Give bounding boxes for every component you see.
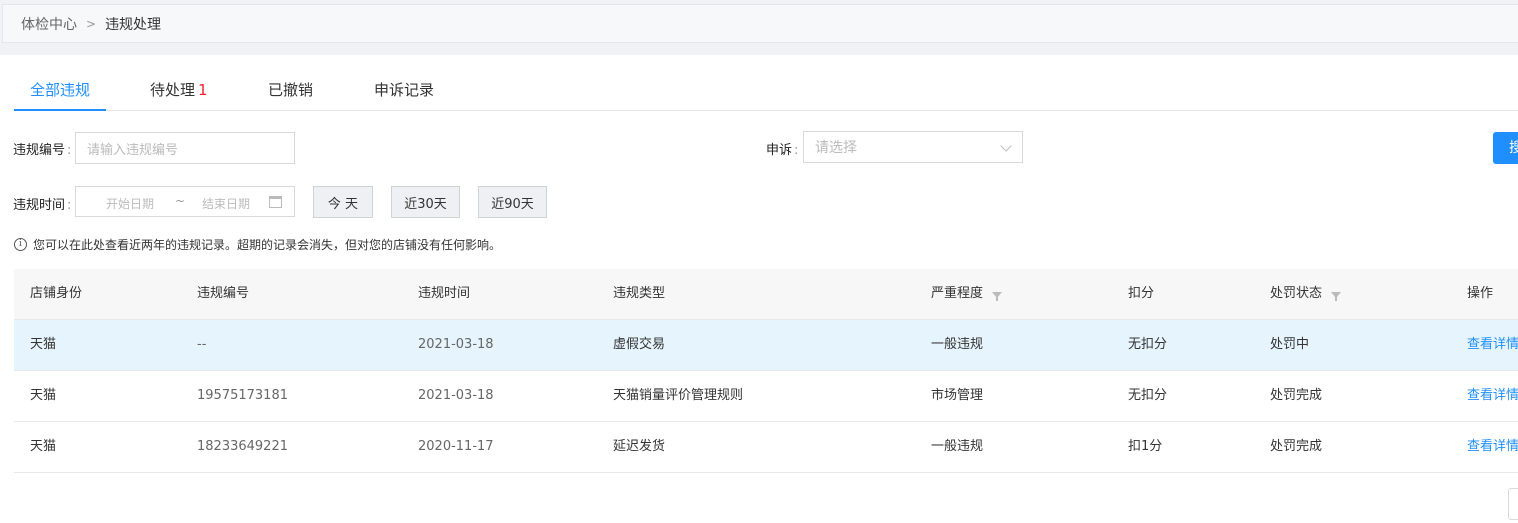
cell-violation-no: 18233649221: [197, 439, 288, 454]
tab-all-violations[interactable]: 全部违规: [13, 79, 107, 111]
cell-severity: 市场管理: [931, 388, 984, 403]
violation-no-label: 违规编号:: [13, 143, 72, 158]
cell-violation-no: 19575173181: [197, 388, 288, 403]
cell-violation-type: 天猫销量评价管理规则: [613, 388, 744, 403]
cell-violation-time: 2021-03-18: [418, 388, 494, 403]
header-violation-type: 违规类型: [613, 286, 666, 301]
breadcrumb-separator: >: [86, 16, 97, 31]
retention-tip: i 您可以在此处查看近两年的违规记录。超期的记录会消失，但对您的店铺没有任何影响…: [14, 236, 501, 253]
appeal-select[interactable]: 请选择: [803, 131, 1023, 163]
table-header: 店铺身份 违规编号 违规时间 违规类型 严重程度 扣分 处罚状态 操作: [14, 269, 1518, 320]
cell-shop-identity: 天猫: [30, 337, 57, 352]
cell-violation-type: 延迟发货: [613, 439, 666, 454]
breadcrumb: 体检中心 > 违规处理: [2, 4, 1518, 43]
cell-violation-time: 2021-03-18: [418, 337, 494, 352]
main-panel: 全部违规 待处理 1 已撤销 申诉记录 违规编号: 请输入违规编号 申诉: 请选择…: [0, 55, 1518, 523]
appeal-select-placeholder: 请选择: [815, 140, 857, 156]
breadcrumb-home[interactable]: 体检中心: [21, 14, 77, 34]
header-penalty-status-label: 处罚状态: [1270, 286, 1323, 301]
header-penalty-status: 处罚状态: [1270, 269, 1342, 319]
pagination-button[interactable]: [1508, 488, 1518, 520]
header-points: 扣分: [1128, 286, 1155, 301]
violations-table: 店铺身份 违规编号 违规时间 违规类型 严重程度 扣分 处罚状态 操作 天猫 -…: [14, 269, 1518, 473]
status-filter-icon[interactable]: [1331, 292, 1342, 301]
view-details-link[interactable]: 查看详情: [1467, 371, 1518, 421]
appeal-label: 申诉:: [766, 143, 799, 158]
tab-label: 已撤销: [268, 81, 314, 99]
header-severity-label: 严重程度: [931, 286, 984, 301]
view-details-link[interactable]: 查看详情: [1467, 320, 1518, 370]
table-row: 天猫 -- 2021-03-18 虚假交易 一般违规 无扣分 处罚中 查看详情: [14, 320, 1518, 371]
calendar-icon: [269, 196, 282, 208]
violation-time-label: 违规时间:: [13, 198, 72, 213]
today-button-label: 今 天: [327, 196, 359, 212]
today-button[interactable]: 今 天: [313, 186, 373, 218]
end-date-input[interactable]: 结束日期: [202, 195, 250, 212]
cell-severity: 一般违规: [931, 337, 984, 352]
header-severity: 严重程度: [931, 269, 1003, 319]
header-action: 操作: [1467, 286, 1494, 301]
cell-penalty-status: 处罚完成: [1270, 439, 1323, 454]
search-button[interactable]: 搜: [1493, 132, 1518, 164]
header-violation-time: 违规时间: [418, 286, 471, 301]
date-range-separator: ~: [175, 194, 186, 208]
table-row: 天猫 18233649221 2020-11-17 延迟发货 一般违规 扣1分 …: [14, 422, 1518, 473]
appeal-label-text: 申诉: [766, 143, 793, 158]
search-button-label: 搜: [1509, 140, 1518, 156]
info-icon: i: [14, 238, 27, 251]
violation-time-label-text: 违规时间: [13, 198, 66, 213]
table-row: 天猫 19575173181 2021-03-18 天猫销量评价管理规则 市场管…: [14, 371, 1518, 422]
cell-penalty-status: 处罚中: [1270, 337, 1310, 352]
last-90-days-button-label: 近90天: [491, 196, 534, 212]
view-details-link[interactable]: 查看详情: [1467, 422, 1518, 472]
cell-violation-type: 虚假交易: [613, 337, 666, 352]
tab-label: 申诉记录: [374, 81, 435, 99]
date-range-picker[interactable]: 开始日期 ~ 结束日期: [75, 186, 295, 217]
last-90-days-button[interactable]: 近90天: [478, 186, 547, 218]
last-30-days-button-label: 近30天: [404, 196, 447, 212]
header-shop-identity: 店铺身份: [30, 286, 83, 301]
pending-count-badge: 1: [198, 81, 208, 99]
cell-shop-identity: 天猫: [30, 439, 57, 454]
tab-bar: 全部违规 待处理 1 已撤销 申诉记录: [13, 55, 1518, 111]
cell-points: 无扣分: [1128, 388, 1168, 403]
violation-no-label-text: 违规编号: [13, 143, 66, 158]
violation-no-input[interactable]: 请输入违规编号: [75, 132, 295, 164]
tab-appeal-records[interactable]: 申诉记录: [374, 79, 434, 111]
start-date-input[interactable]: 开始日期: [106, 195, 154, 212]
cell-penalty-status: 处罚完成: [1270, 388, 1323, 403]
tab-label: 待处理: [150, 81, 196, 99]
retention-tip-text: 您可以在此处查看近两年的违规记录。超期的记录会消失，但对您的店铺没有任何影响。: [33, 238, 502, 252]
chevron-down-icon: [1000, 140, 1012, 152]
cell-points: 无扣分: [1128, 337, 1168, 352]
cell-violation-time: 2020-11-17: [418, 439, 494, 454]
tab-revoked[interactable]: 已撤销: [268, 79, 313, 111]
tab-label: 全部违规: [30, 81, 91, 99]
header-violation-no: 违规编号: [197, 286, 250, 301]
tab-pending[interactable]: 待处理 1: [150, 79, 208, 111]
violation-no-placeholder: 请输入违规编号: [87, 142, 179, 158]
cell-severity: 一般违规: [931, 439, 984, 454]
last-30-days-button[interactable]: 近30天: [391, 186, 460, 218]
cell-points: 扣1分: [1128, 439, 1163, 454]
cell-shop-identity: 天猫: [30, 388, 57, 403]
cell-violation-no: --: [197, 337, 207, 352]
severity-filter-icon[interactable]: [992, 292, 1003, 301]
breadcrumb-current: 违规处理: [105, 16, 162, 33]
